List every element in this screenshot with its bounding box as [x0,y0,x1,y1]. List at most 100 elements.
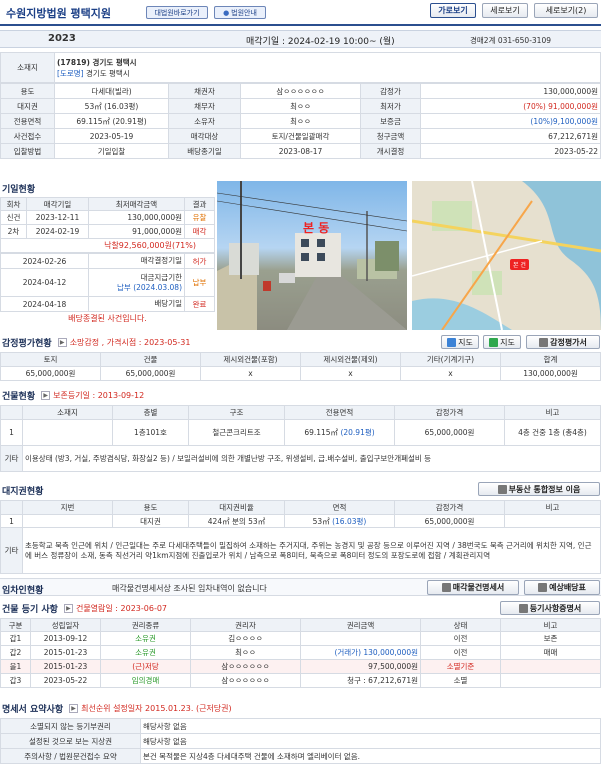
spec-row: 설정된 것으로 보는 지상권 해당사항 없음 [0,733,601,749]
document-icon [538,583,548,592]
vertical-view-2-button[interactable]: 세로보기(2) [534,3,598,18]
dividend-table-label: 예상배당표 [549,583,586,592]
court-name: 수원지방법원 평택지원 [6,7,112,20]
spec-label: 주의사항 / 법원문건접수 요약 [0,748,141,764]
land-header: 대지권비율 [188,500,285,515]
registry-table-wrap: 구분 성립일자 권리종류 권리자 권리금액 상태 비고 갑1 2013-09-12 소유권 김ㅇㅇㅇ… [0,618,601,688]
map-button-1[interactable]: 지도 [441,335,479,349]
registry-certificate-button[interactable]: 등기사항증명서 [500,601,600,615]
registry-header: 상태 [420,618,501,632]
case-bar: 2023 매각기일 : 2024-02-19 10:00~ (월) 경매2계 0… [0,30,601,48]
real-estate-info-button[interactable]: 부동산 통합정보 이음 [478,482,600,496]
sale-spec-button[interactable]: 매각물건명세서 [427,580,519,595]
land-header: 비고 [504,500,601,515]
kakao-map-icon [489,337,499,347]
summary-row: 전용면적 69.115㎡ (20.91평) 소유자 최ㅇㅇ 보증금 (10%)9,100,… [0,113,601,129]
registry-title: 건물 등기 사항 ▶ 건물열람일 : 2023-06-07 [0,600,400,616]
registry-cell: 소유권 [100,645,191,660]
registry-table: 구분 성립일자 권리종류 권리자 권리금액 상태 비고 갑1 2013-09-12 소유권 김ㅇㅇㅇ… [0,618,601,688]
summary-value: 69.115㎡ (20.91평) [54,113,169,129]
history-cell: 130,000,000원 [88,210,185,225]
summary-label: 입찰방법 [0,143,55,159]
registry-row: 갑3 2023-05-22 임의경매 삼ㅇㅇㅇㅇㅇㅇ 청구 : 67,212,671원 소… [0,673,601,688]
street-photo[interactable]: 본 동 [217,181,407,330]
court-guide-button[interactable]: ● 법원안내 [214,6,266,19]
appraisal-value: x [400,366,501,381]
dividend-table-button[interactable]: 예상배당표 [524,580,600,595]
location-map[interactable]: 본 건 [412,181,601,330]
building-header: 구조 [188,405,285,420]
registry-header: 성립일자 [30,618,101,632]
event-date: 2024-02-26 [0,253,89,269]
registry-cell: 97,500,000원 [300,659,421,674]
land-ratio: 424㎡ 분의 53㎡ [188,514,285,528]
winning-bid: 낙찰92,560,000원(71%) [0,239,215,253]
history-cell: 2024-02-19 [26,224,89,239]
event-table: 2024-02-26 매각결정기일 허가 2024-04-12 대금지급기한 납부 (20… [0,253,215,312]
event-row: 2024-04-12 대금지급기한 납부 (2024.03.08) 납부 [0,268,215,297]
summary-label: 채권자 [168,83,241,99]
land-table: 지번 용도 대지권비율 면적 감정가격 비고 1 대지권 424㎡ 분의 53㎡ 53㎡ … [0,500,601,574]
history-header: 최저매각금액 [88,197,185,211]
registry-header: 권리자 [190,618,301,632]
horizontal-view-button[interactable]: 가로보기 [430,3,476,18]
building-header: 층별 [112,405,189,420]
vertical-view-button[interactable]: 세로보기 [482,3,528,18]
history-row[interactable]: 2차 2024-02-19 91,000,000원 매각 [0,224,215,239]
history-cell: 91,000,000원 [88,224,185,239]
appraisal-value: x [300,366,401,381]
land-row-no: 1 [0,514,23,528]
registry-cell: 청구 : 67,212,671원 [300,673,421,688]
land-etc: 초등학교 북측 인근에 위치 / 인근일대는 주로 다세대주택들이 밀집하여 소… [22,527,601,574]
registry-cell: 김ㅇㅇㅇㅇ [190,631,301,646]
land-remark [504,514,601,528]
summary-value: 최ㅇㅇ [240,113,361,129]
supreme-court-link-button[interactable]: 대법원바로가기 [146,6,208,19]
registry-row: 갑1 2013-09-12 소유권 김ㅇㅇㅇㅇ 이전 보존 [0,631,601,646]
summary-row: 입찰방법 기일입찰 배당종기일 2023-08-17 개시결정 2023-05-22 [0,143,601,159]
appraisal-report-button[interactable]: 감정평가서 [526,335,600,349]
summary-value: 67,212,671원 [420,128,601,144]
history-cell: 2차 [0,224,27,239]
registry-cell: 2015-01-23 [30,659,101,674]
summary-label: 대지권 [0,98,55,114]
summary-label: 배당종기일 [168,143,241,159]
history-row[interactable]: 신건 2023-12-11 130,000,000원 유찰 [0,210,215,225]
registry-header: 비고 [500,618,601,632]
summary-label: 채무자 [168,98,241,114]
registry-cell: 을1 [0,659,31,674]
summary-label: 개시결정 [360,143,421,159]
arrow-icon: ▶ [69,703,79,713]
summary-row: 사건접수 2023-05-19 매각대상 토지/건물일괄매각 청구금액 67,212,67… [0,128,601,144]
appraisal-sub: 소망감정 , 가격시점 : 2023-05-31 [69,337,191,347]
address-label: 소재지 [0,52,55,83]
summary-rows: 용도 다세대(빌라) 채권자 삼ㅇㅇㅇㅇㅇㅇ 감정가 130,000,000원 대지권 53㎡… [0,83,601,159]
land-title: 대지권현황 [0,482,300,498]
map-button-2[interactable]: 지도 [483,335,521,349]
street-photo-svg [217,181,407,330]
building-etc-label: 기타 [0,445,23,472]
building-header: 전용면적 [284,405,395,420]
building-row-no: 1 [0,419,23,446]
registry-header: 구분 [0,618,31,632]
registry-cell: 갑2 [0,645,31,660]
arrow-icon: ▶ [63,603,73,613]
history-cell: 2023-12-11 [26,210,89,225]
court-guide-label: 법원안내 [231,8,257,17]
land-area-pyeong: (16.03평) [332,516,367,526]
summary-label: 보증금 [360,113,421,129]
registry-cell [300,631,421,646]
event-type: 매각결정기일 [88,253,185,269]
registry-cell: 소유권 [100,631,191,646]
road-name-tag[interactable]: [도로명] [57,69,84,78]
appraisal-header: 토지 [0,352,101,367]
summary-label: 소유자 [168,113,241,129]
summary-value: (70%) 91,000,000원 [420,98,601,114]
summary-label: 청구금액 [360,128,421,144]
history-header: 결과 [184,197,215,211]
registry-cell: 매매 [500,645,601,660]
event-type: 배당기일 [88,296,185,312]
location-map-svg [412,181,601,330]
map-pin: 본 건 [510,259,529,270]
summary-label: 매각대상 [168,128,241,144]
